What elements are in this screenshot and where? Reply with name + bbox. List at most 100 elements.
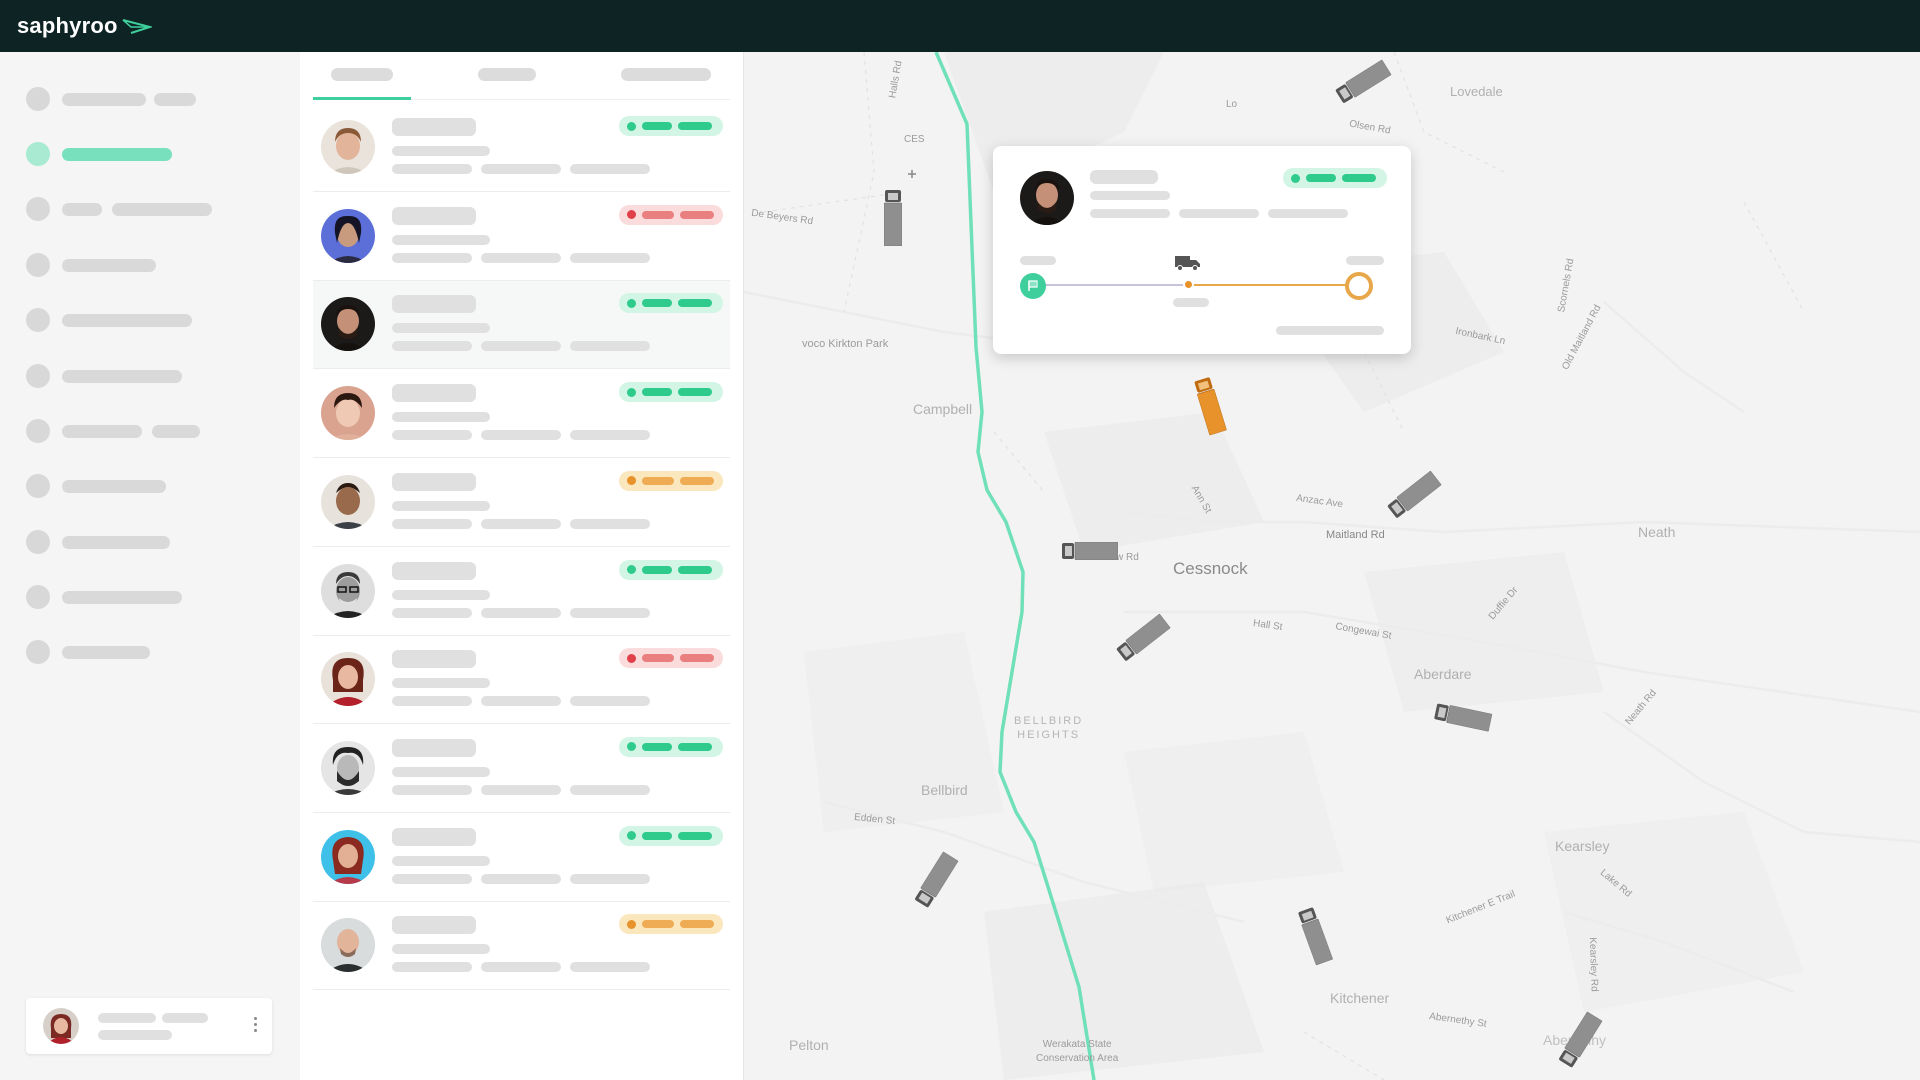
- map-label: Lovedale: [1450, 84, 1503, 99]
- sidebar: [0, 52, 300, 1080]
- driver-info-placeholder: [392, 518, 472, 529]
- driver-avatar: [1020, 171, 1074, 225]
- driver-name-placeholder: [392, 118, 476, 136]
- driver-info-placeholder: [481, 607, 561, 618]
- current-label-placeholder: [1173, 298, 1209, 307]
- driver-info-placeholder: [481, 518, 561, 529]
- map-label: Kearsley: [1555, 838, 1610, 854]
- shipment-popup[interactable]: [993, 146, 1411, 354]
- driver-info-placeholder: [1090, 209, 1170, 218]
- tab-3[interactable]: [621, 68, 711, 81]
- driver-info-placeholder: [392, 589, 490, 600]
- nav-label: [112, 202, 212, 216]
- driver-info-placeholder: [481, 696, 561, 707]
- nav-label: [62, 313, 192, 327]
- driver-info-placeholder: [392, 944, 490, 955]
- driver-info-placeholder: [392, 678, 490, 689]
- nav-label: [62, 369, 182, 383]
- nav-icon: [26, 419, 50, 443]
- list-item[interactable]: [313, 104, 730, 192]
- destination-label-placeholder: [1346, 256, 1384, 265]
- truck-marker[interactable]: [883, 190, 903, 247]
- status-badge: [619, 825, 723, 846]
- nav-icon: [26, 87, 50, 111]
- nav-icon: [26, 474, 50, 498]
- sidebar-item-11[interactable]: [26, 639, 150, 665]
- brand-logo[interactable]: saphyroo: [17, 13, 152, 39]
- driver-info-placeholder: [392, 341, 472, 352]
- list-item[interactable]: [313, 281, 730, 370]
- driver-info-placeholder: [392, 784, 472, 795]
- sidebar-item-9[interactable]: [26, 529, 170, 555]
- sidebar-item-8[interactable]: [26, 473, 166, 499]
- driver-info-placeholder: [392, 323, 490, 334]
- nav-label: [62, 479, 166, 493]
- status-badge: [619, 648, 723, 669]
- nav-label: [62, 424, 142, 438]
- avatar: [321, 829, 375, 884]
- driver-info-placeholder: [1090, 191, 1170, 200]
- nav-label: [62, 258, 156, 272]
- driver-info-placeholder: [481, 962, 561, 973]
- map-label: Neath: [1638, 524, 1676, 540]
- nav-label: [62, 535, 170, 549]
- status-badge: [619, 736, 723, 757]
- tab-2[interactable]: [478, 68, 536, 81]
- driver-info-placeholder: [392, 855, 490, 866]
- sidebar-item-7[interactable]: [26, 418, 200, 444]
- sidebar-item-10[interactable]: [26, 584, 182, 610]
- driver-info-placeholder: [481, 252, 561, 263]
- sidebar-item-5[interactable]: [26, 307, 192, 333]
- status-badge: [1283, 168, 1387, 188]
- driver-info-placeholder: [570, 164, 650, 174]
- nav-icon: [26, 364, 50, 388]
- tab-1[interactable]: [331, 68, 393, 81]
- status-badge: [619, 293, 723, 314]
- avatar: [321, 297, 375, 352]
- list-item[interactable]: [313, 193, 730, 281]
- list-item[interactable]: [313, 725, 730, 813]
- driver-info-placeholder: [570, 873, 650, 884]
- progress-track-remaining: [1189, 284, 1355, 286]
- sidebar-item-3[interactable]: [26, 196, 212, 222]
- sidebar-item-4[interactable]: [26, 252, 156, 278]
- avatar: [321, 740, 375, 795]
- list-item[interactable]: [313, 902, 730, 991]
- driver-info-placeholder: [392, 962, 472, 973]
- user-name-placeholder: [162, 1013, 208, 1023]
- sidebar-item-2[interactable]: [26, 141, 172, 167]
- driver-info-placeholder: [392, 252, 472, 263]
- list-item[interactable]: [313, 370, 730, 459]
- nav-label: [62, 92, 146, 106]
- nav-icon: [26, 308, 50, 332]
- map-label: voco Kirkton Park: [802, 338, 889, 350]
- list-item[interactable]: [313, 814, 730, 902]
- menu-dots-icon[interactable]: [252, 1017, 258, 1032]
- active-tab-indicator: [313, 97, 411, 100]
- sidebar-item-1[interactable]: [26, 86, 196, 112]
- nav-icon: [26, 530, 50, 554]
- sidebar-item-6[interactable]: [26, 363, 182, 389]
- nav-icon: [26, 253, 50, 277]
- user-role-placeholder: [98, 1030, 172, 1040]
- truck-marker[interactable]: [1062, 541, 1119, 561]
- avatar: [321, 386, 375, 441]
- user-profile-card[interactable]: [26, 998, 272, 1054]
- status-badge: [619, 116, 723, 136]
- list-item[interactable]: [313, 459, 730, 547]
- map-label: BELLBIRD HEIGHTS: [1014, 714, 1083, 742]
- list-item[interactable]: [313, 548, 730, 636]
- driver-info-placeholder: [570, 784, 650, 795]
- nav-label: [62, 202, 102, 216]
- driver-name-placeholder: [392, 827, 476, 846]
- driver-info-placeholder: [392, 607, 472, 618]
- destination-ring-icon: [1345, 272, 1373, 300]
- avatar: [321, 918, 375, 973]
- map-label: Werakata State Conservation Area: [1036, 1038, 1118, 1066]
- driver-name-placeholder: [392, 384, 476, 403]
- list-item[interactable]: [313, 636, 730, 725]
- driver-name-placeholder: [392, 650, 476, 669]
- map-label: Bellbird: [921, 782, 968, 798]
- driver-info-placeholder: [481, 873, 561, 884]
- status-badge: [619, 559, 723, 580]
